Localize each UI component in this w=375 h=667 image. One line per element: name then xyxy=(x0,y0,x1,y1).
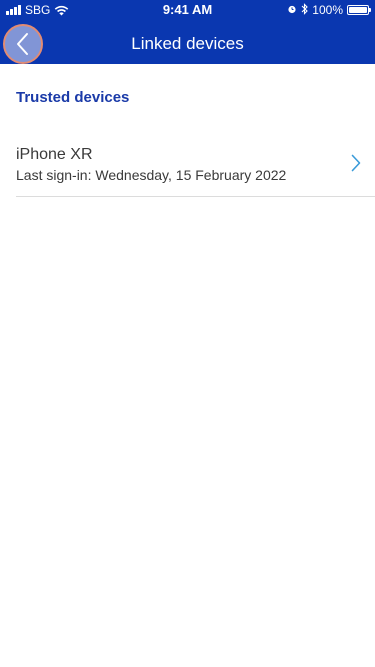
nav-bar: Linked devices xyxy=(0,20,375,64)
status-bar: SBG 9:41 AM 100% xyxy=(0,0,375,20)
device-name: iPhone XR xyxy=(16,146,93,163)
alarm-icon xyxy=(287,3,297,17)
chevron-left-icon xyxy=(17,33,28,55)
page-title: Linked devices xyxy=(131,34,244,53)
status-right: 100% xyxy=(287,2,371,18)
chevron-right-icon xyxy=(351,154,361,172)
battery-percent: 100% xyxy=(312,3,343,17)
app-header: SBG 9:41 AM 100% Linked devices xyxy=(0,0,375,64)
device-row-iphone-xr[interactable]: iPhone XR Last sign-in: Wednesday, 15 Fe… xyxy=(16,130,375,197)
section-title-trusted-devices: Trusted devices xyxy=(16,89,130,106)
bluetooth-icon xyxy=(301,2,309,18)
battery-icon xyxy=(347,5,371,15)
device-last-sign-in: Last sign-in: Wednesday, 15 February 202… xyxy=(16,167,287,183)
battery-fill xyxy=(349,7,367,13)
back-button[interactable] xyxy=(3,24,43,64)
